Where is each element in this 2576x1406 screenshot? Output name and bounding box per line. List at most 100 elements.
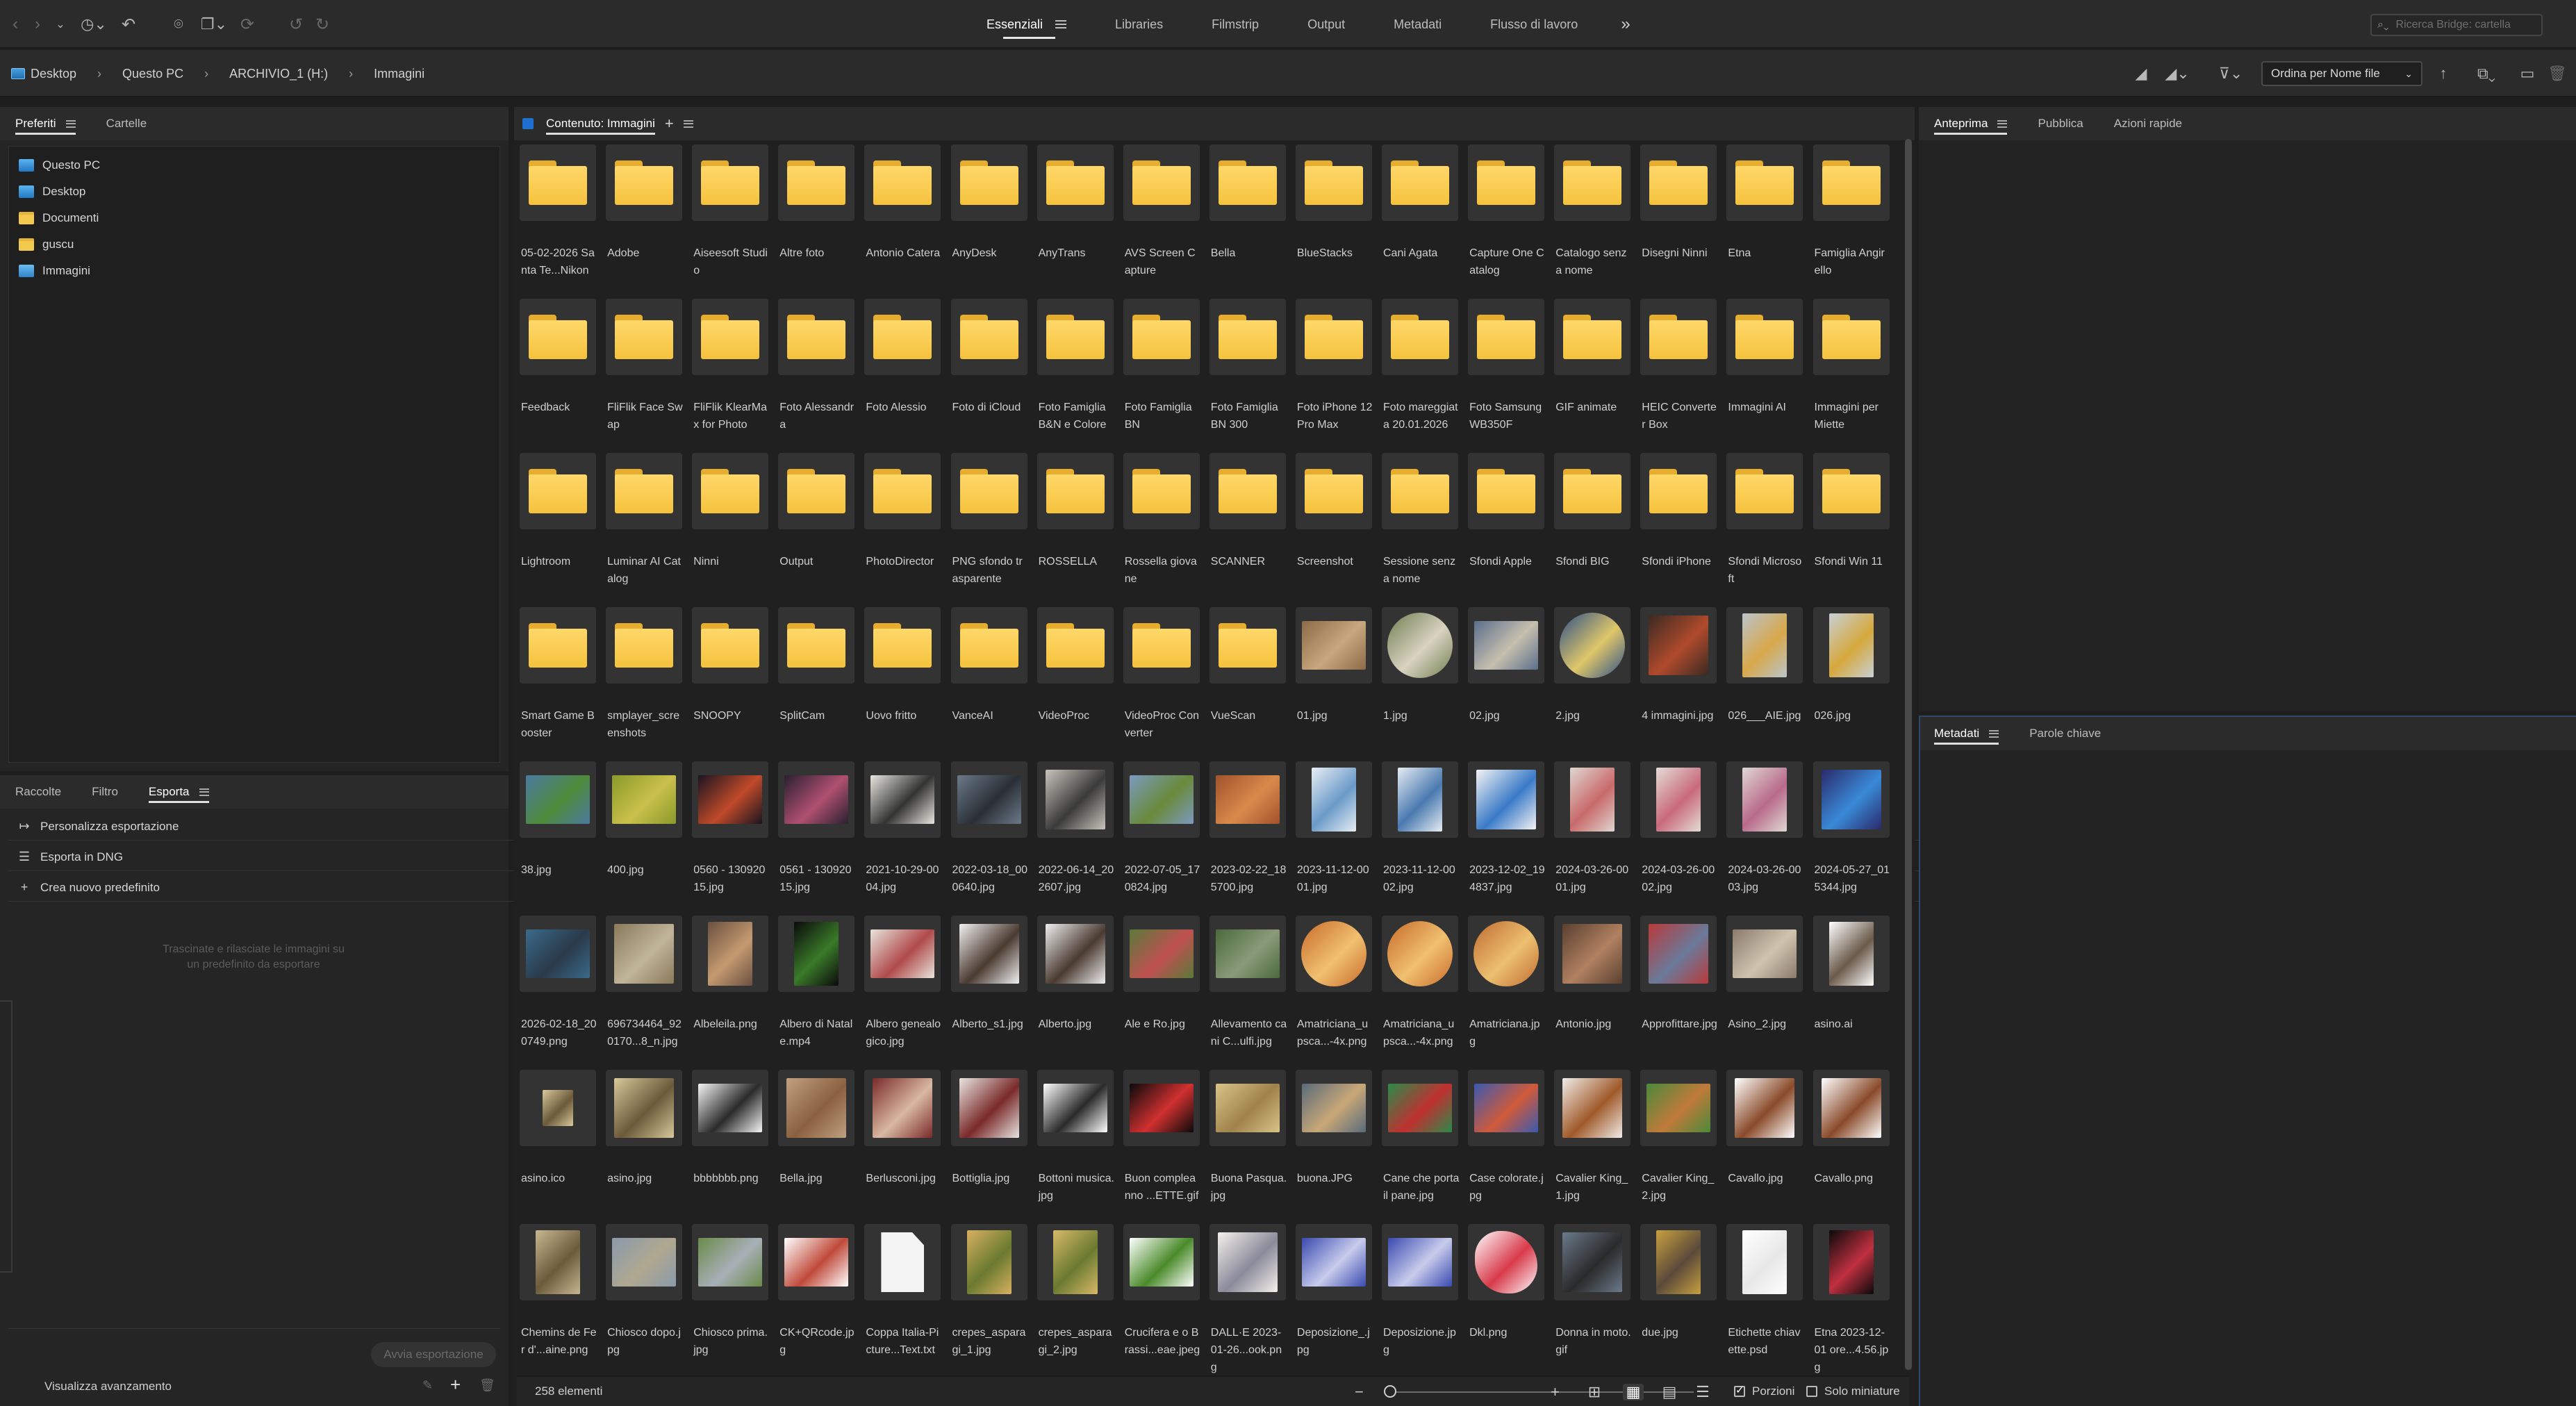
- workspace-tab[interactable]: Metadati: [1394, 0, 1442, 49]
- folder-item[interactable]: smplayer_screenshots: [606, 607, 683, 753]
- folder-item[interactable]: Altre foto: [778, 144, 855, 290]
- file-item[interactable]: Etichette chiavette.psd: [1726, 1224, 1803, 1370]
- redo-icon[interactable]: ↻: [313, 14, 332, 35]
- file-item[interactable]: Antonio.jpg: [1554, 916, 1631, 1061]
- folder-item[interactable]: PhotoDirector: [864, 453, 941, 599]
- list-view-icon[interactable]: ☰: [1692, 1383, 1713, 1400]
- sort-select[interactable]: Ordina per Nome file ⌄: [2261, 61, 2422, 86]
- file-item[interactable]: 0560 - 13092015.jpg: [692, 761, 769, 907]
- file-item[interactable]: Crucifera e o Brassi...eae.jpeg: [1123, 1224, 1200, 1370]
- folder-item[interactable]: Lightroom: [520, 453, 596, 599]
- file-item[interactable]: Cavallo.png: [1813, 1070, 1890, 1216]
- folder-item[interactable]: Feedback: [520, 299, 596, 445]
- file-item[interactable]: Donna in moto.gif: [1554, 1224, 1631, 1370]
- file-item[interactable]: 4 immagini.jpg: [1640, 607, 1717, 753]
- trash-icon[interactable]: 🗑: [2548, 63, 2567, 85]
- panel-menu-icon[interactable]: [65, 119, 76, 128]
- workspace-tab[interactable]: Flusso di lavoro: [1490, 0, 1578, 49]
- file-item[interactable]: 2022-07-05_170824.jpg: [1123, 761, 1200, 907]
- undo-icon[interactable]: ↺: [286, 14, 306, 35]
- back-arrow-icon[interactable]: ‹: [8, 14, 22, 35]
- open-recent-folder-icon[interactable]: ⧉⌄: [2470, 63, 2502, 85]
- folder-item[interactable]: Rossella giovane: [1123, 453, 1200, 599]
- edit-icon[interactable]: ✎: [422, 1378, 433, 1393]
- file-item[interactable]: Approfittare.jpg: [1640, 916, 1717, 1061]
- file-item[interactable]: Ale e Ro.jpg: [1123, 916, 1200, 1061]
- file-item[interactable]: Berlusconi.jpg: [864, 1070, 941, 1216]
- file-item[interactable]: Chiosco dopo.jpg: [606, 1224, 683, 1370]
- file-item[interactable]: Amatriciana.jpg: [1468, 916, 1545, 1061]
- folder-item[interactable]: Foto Samsung WB350F: [1468, 299, 1545, 445]
- folder-item[interactable]: Luminar AI Catalog: [606, 453, 683, 599]
- folder-item[interactable]: VanceAI: [950, 607, 1027, 753]
- folder-item[interactable]: Foto Famiglia B&N e Colore: [1037, 299, 1114, 445]
- add-preset-icon[interactable]: +: [450, 1374, 461, 1396]
- panel-tab[interactable]: Metadati: [1934, 717, 1999, 750]
- file-item[interactable]: Case colorate.jpg: [1468, 1070, 1545, 1216]
- file-item[interactable]: Cavallo.jpg: [1726, 1070, 1803, 1216]
- folder-item[interactable]: SplitCam: [778, 607, 855, 753]
- folder-item[interactable]: AVS Screen Capture: [1123, 144, 1200, 290]
- file-item[interactable]: 2024-05-27_015344.jpg: [1813, 761, 1890, 907]
- folder-item[interactable]: VideoProc Converter: [1123, 607, 1200, 753]
- minus-icon[interactable]: −: [1355, 1383, 1364, 1400]
- file-item[interactable]: Albeleila.png: [692, 916, 769, 1061]
- file-item[interactable]: 2022-06-14_202607.jpg: [1037, 761, 1114, 907]
- folder-item[interactable]: Foto di iCloud: [950, 299, 1027, 445]
- refresh-icon[interactable]: ⟳: [238, 14, 257, 35]
- rating-filter-icon[interactable]: ◢⌄: [2162, 63, 2193, 85]
- panel-menu-icon[interactable]: [1997, 119, 2008, 128]
- folder-item[interactable]: Output: [778, 453, 855, 599]
- folder-item[interactable]: 05-02-2026 Santa Te...Nikon: [520, 144, 596, 290]
- folder-item[interactable]: Sfondi Apple: [1468, 453, 1545, 599]
- breadcrumb-item[interactable]: Desktop: [11, 67, 76, 81]
- folder-item[interactable]: Foto Famiglia BN: [1123, 299, 1200, 445]
- file-item[interactable]: 1.jpg: [1382, 607, 1458, 753]
- file-item[interactable]: 2023-11-12-0002.jpg: [1382, 761, 1458, 907]
- favorite-item[interactable]: guscu: [9, 231, 499, 258]
- workspace-tab[interactable]: Output: [1307, 0, 1345, 49]
- folder-item[interactable]: Immagini per Miette: [1813, 299, 1890, 445]
- favorite-item[interactable]: Documenti: [9, 205, 499, 231]
- file-item[interactable]: 400.jpg: [606, 761, 683, 907]
- file-item[interactable]: crepes_asparagi_2.jpg: [1037, 1224, 1114, 1370]
- folder-item[interactable]: Bella: [1209, 144, 1286, 290]
- content-menu-icon[interactable]: [683, 119, 693, 128]
- file-item[interactable]: Chiosco prima.jpg: [692, 1224, 769, 1370]
- tab-content[interactable]: Contenuto: Immagini: [546, 107, 655, 140]
- file-item[interactable]: Amatriciana_upsca...-4x.png: [1295, 916, 1372, 1061]
- folder-item[interactable]: BlueStacks: [1295, 144, 1372, 290]
- file-item[interactable]: 2023-11-12-0001.jpg: [1295, 761, 1372, 907]
- file-item[interactable]: 2024-03-26-0001.jpg: [1554, 761, 1631, 907]
- file-item[interactable]: asino.ai: [1813, 916, 1890, 1061]
- file-item[interactable]: Cavalier King_2.jpg: [1640, 1070, 1717, 1216]
- file-item[interactable]: DALL·E 2023-01-26...ook.png: [1209, 1224, 1286, 1373]
- boomerang-icon[interactable]: ↶: [119, 14, 138, 35]
- panel-tab[interactable]: Raccolte: [15, 775, 61, 809]
- folder-item[interactable]: HEIC Converter Box: [1640, 299, 1717, 445]
- search-input[interactable]: [2395, 19, 2528, 31]
- file-item[interactable]: due.jpg: [1640, 1224, 1717, 1370]
- file-item[interactable]: 2.jpg: [1554, 607, 1631, 753]
- file-item[interactable]: Dkl.png: [1468, 1224, 1545, 1370]
- content-scrollbar-thumb[interactable]: [1905, 139, 1912, 1370]
- panel-tab[interactable]: Pubblica: [2038, 107, 2083, 140]
- panel-menu-icon[interactable]: [199, 788, 209, 796]
- favorite-item[interactable]: Desktop: [9, 179, 499, 205]
- panel-tab[interactable]: Preferiti: [15, 107, 76, 140]
- file-item[interactable]: 2024-03-26-0002.jpg: [1640, 761, 1717, 907]
- file-item[interactable]: Amatriciana_upsca...-4x.png: [1382, 916, 1458, 1061]
- file-item[interactable]: 2022-03-18_000640.jpg: [950, 761, 1027, 907]
- folder-item[interactable]: AnyDesk: [950, 144, 1027, 290]
- folder-item[interactable]: Aiseesoft Studio: [692, 144, 769, 290]
- file-item[interactable]: Bella.jpg: [778, 1070, 855, 1216]
- folder-item[interactable]: FliFlik KlearMax for Photo: [692, 299, 769, 445]
- file-item[interactable]: 38.jpg: [520, 761, 596, 907]
- folder-item[interactable]: Foto Alessio: [864, 299, 941, 445]
- search-field[interactable]: ⌕⌄: [2370, 14, 2543, 36]
- folder-item[interactable]: Sfondi iPhone: [1640, 453, 1717, 599]
- file-item[interactable]: 02.jpg: [1468, 607, 1545, 753]
- file-item[interactable]: 2026-02-18_200749.png: [520, 916, 597, 1061]
- folder-item[interactable]: Adobe: [606, 144, 683, 290]
- file-item[interactable]: buona.JPG: [1295, 1070, 1372, 1216]
